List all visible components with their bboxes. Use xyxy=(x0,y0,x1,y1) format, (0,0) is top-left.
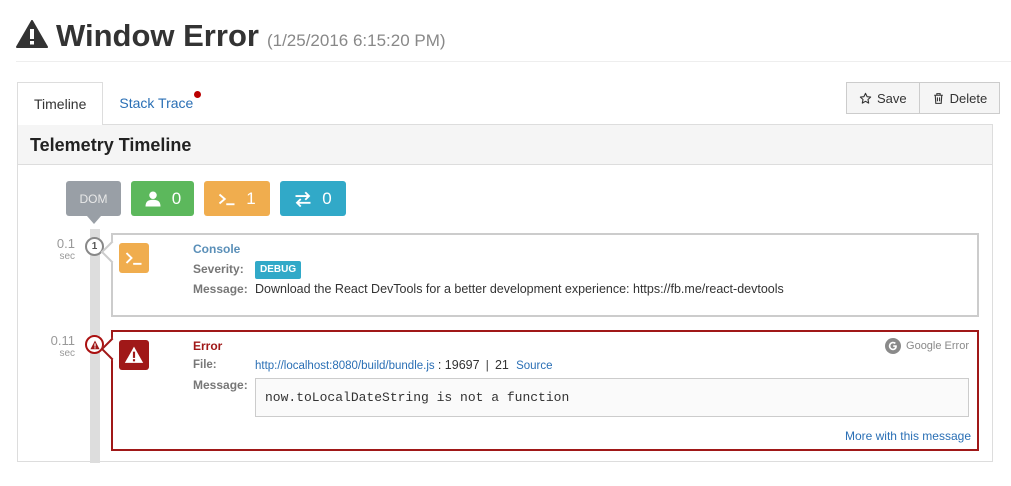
error-message-row: Message: now.toLocalDateString is not a … xyxy=(193,377,969,417)
delete-button-label: Delete xyxy=(949,90,988,106)
time-console-value: 0.1 xyxy=(56,236,75,251)
file-row: File: http://localhost:8080/build/bundle… xyxy=(193,357,969,377)
filter-console-count: 1 xyxy=(246,188,256,208)
error-entry: Google Error Error File: http://localhos… xyxy=(100,330,979,451)
trash-icon xyxy=(933,92,943,104)
terminal-icon xyxy=(125,252,142,265)
time-error-unit: sec xyxy=(59,348,75,359)
marker-count: 1 xyxy=(91,241,98,252)
filter-dom-button[interactable]: DOM xyxy=(66,181,121,224)
action-buttons: Save Delete xyxy=(846,82,1001,114)
console-message: Download the React DevTools for a better… xyxy=(255,282,784,296)
severity-row: Severity: DEBUG xyxy=(193,261,969,281)
console-entry-title: Console xyxy=(193,242,241,256)
file-column: 21 xyxy=(494,358,509,372)
page-date: (1/25/2016 6:15:20 PM) xyxy=(266,31,446,50)
header-divider xyxy=(16,61,1011,62)
warning-icon xyxy=(124,346,144,363)
source-link[interactable]: Source xyxy=(516,360,552,372)
notification-dot xyxy=(194,91,202,98)
console-details: Console Severity: DEBUG Message: Downloa… xyxy=(193,241,969,301)
file-separator: | xyxy=(485,360,489,372)
warning-icon xyxy=(16,20,48,48)
error-entry-title: Error xyxy=(193,339,223,353)
warning-icon xyxy=(89,340,100,349)
filter-dom-label: DOM xyxy=(79,191,108,206)
user-icon xyxy=(145,191,161,206)
time-console-unit: sec xyxy=(59,251,75,262)
event-filters: DOM 0 1 0 xyxy=(66,181,346,224)
star-outline-icon xyxy=(859,92,872,104)
message-label: Message: xyxy=(193,282,248,296)
exchange-icon xyxy=(295,191,311,207)
time-error: 0.11 sec xyxy=(35,334,75,359)
filter-network-count: 0 xyxy=(322,188,332,208)
timeline-panel: Telemetry Timeline DOM 0 1 0 0.1 sec 1 0… xyxy=(17,124,993,463)
filter-console-button[interactable]: 1 xyxy=(204,181,270,216)
more-with-message-link[interactable]: More with this message xyxy=(845,429,971,443)
timeline-marker-error[interactable] xyxy=(85,335,104,354)
tab-stack-trace-label: Stack Trace xyxy=(119,95,194,111)
severity-label: Severity: xyxy=(193,262,244,276)
page-title: Window Error xyxy=(56,18,259,53)
console-entry: Console Severity: DEBUG Message: Downloa… xyxy=(100,233,979,317)
save-button[interactable]: Save xyxy=(846,82,920,114)
filter-user-button[interactable]: 0 xyxy=(131,181,194,216)
console-message-row: Message: Download the React DevTools for… xyxy=(193,281,969,301)
delete-button[interactable]: Delete xyxy=(919,82,1001,114)
error-details: Error File: http://localhost:8080/build/… xyxy=(193,338,969,417)
file-url-link[interactable]: http://localhost:8080/build/bundle.js xyxy=(255,360,435,372)
filter-network-button[interactable]: 0 xyxy=(280,181,346,216)
panel-title: Telemetry Timeline xyxy=(18,125,992,165)
severity-badge: DEBUG xyxy=(255,261,302,279)
tab-bar: Timeline Stack Trace xyxy=(17,82,209,125)
file-label: File: xyxy=(193,359,217,371)
filter-user-count: 0 xyxy=(171,188,182,208)
file-line: : 19697 xyxy=(437,358,480,372)
tab-stack-trace[interactable]: Stack Trace xyxy=(103,82,209,124)
console-type-icon xyxy=(119,243,149,273)
time-error-value: 0.11 xyxy=(50,333,75,348)
error-type-icon xyxy=(119,340,149,370)
file-location: http://localhost:8080/build/bundle.js : … xyxy=(255,357,553,375)
terminal-icon xyxy=(219,193,235,205)
message-label: Message: xyxy=(193,378,248,392)
tab-timeline[interactable]: Timeline xyxy=(17,82,104,125)
save-button-label: Save xyxy=(877,90,907,106)
time-console: 0.1 sec xyxy=(35,237,75,262)
error-message-box: now.toLocalDateString is not a function xyxy=(255,378,969,417)
page-header: Window Error (1/25/2016 6:15:20 PM) xyxy=(16,18,446,58)
